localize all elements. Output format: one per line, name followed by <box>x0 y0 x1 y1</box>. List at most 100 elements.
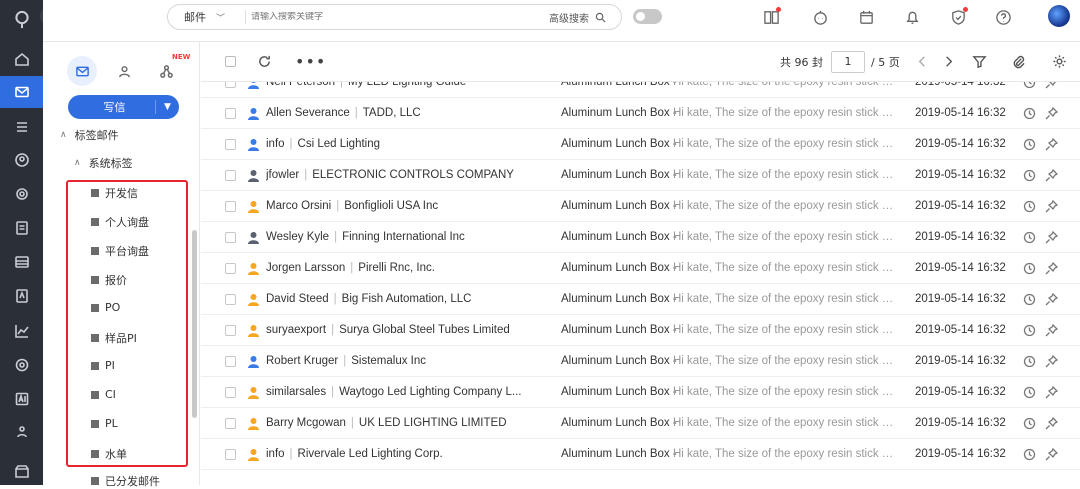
table-row[interactable]: Jorgen Larsson | Pirelli Rnc, Inc. Aluminum… <box>201 253 1080 284</box>
clock-icon[interactable] <box>1023 200 1036 213</box>
chevron-down-icon[interactable]: ▼ <box>155 100 179 114</box>
pin-icon[interactable] <box>1045 385 1058 399</box>
row-checkbox[interactable] <box>225 386 236 398</box>
tab-contacts[interactable] <box>109 56 139 86</box>
report-icon[interactable] <box>0 280 43 312</box>
row-checkbox[interactable] <box>225 169 236 181</box>
sender-company: My LED Lighting Guide <box>348 82 467 88</box>
table-row[interactable]: David Steed | Big Fish Automation, LLC Alum… <box>201 284 1080 315</box>
filter-icon[interactable] <box>972 54 987 69</box>
table-row[interactable]: jfowler | ELECTRONIC CONTROLS COMPANY Alumi… <box>201 160 1080 191</box>
person-icon <box>248 82 259 89</box>
clock-icon[interactable] <box>1023 417 1036 430</box>
robot-icon[interactable] <box>810 7 830 27</box>
table-row[interactable]: Barry Mcgowan | UK LED LIGHTING LIMITED Alu… <box>201 408 1080 439</box>
row-checkbox[interactable] <box>225 355 236 367</box>
toggle-switch[interactable] <box>633 9 662 24</box>
row-checkbox[interactable] <box>225 200 236 212</box>
prev-page-icon[interactable] <box>915 54 930 69</box>
table-row[interactable]: Allen Severance | TADD, LLC Aluminum Lunch … <box>201 98 1080 129</box>
bell-icon[interactable] <box>902 7 922 27</box>
store-icon[interactable] <box>0 455 43 487</box>
sidebar-scrollbar[interactable] <box>192 230 197 418</box>
user-alert-icon[interactable] <box>0 415 43 447</box>
next-page-icon[interactable] <box>941 54 956 69</box>
tab-mail[interactable] <box>67 56 97 86</box>
row-checkbox[interactable] <box>225 82 236 88</box>
document-icon[interactable] <box>0 212 43 244</box>
clock-icon[interactable] <box>1023 82 1036 89</box>
pin-icon[interactable] <box>1045 168 1058 182</box>
row-checkbox[interactable] <box>225 324 236 336</box>
pin-icon[interactable] <box>1045 354 1058 368</box>
search-scope-select[interactable]: 邮件 ﹀ <box>168 10 246 24</box>
clock-icon[interactable] <box>1023 107 1036 120</box>
attachment-icon[interactable] <box>1011 54 1026 69</box>
table-row[interactable]: similarsales | Waytogo Led Lighting Compan… <box>201 377 1080 408</box>
table-row[interactable]: Marco Orsini | Bonfiglioli USA Inc Aluminum… <box>201 191 1080 222</box>
pin-icon[interactable] <box>1045 106 1058 120</box>
clock-icon[interactable] <box>1023 324 1036 337</box>
table-icon[interactable] <box>0 246 43 278</box>
target-icon[interactable] <box>0 178 43 210</box>
row-checkbox[interactable] <box>225 107 236 119</box>
pin-icon[interactable] <box>1045 230 1058 244</box>
chart-icon[interactable] <box>0 315 43 347</box>
pin-icon[interactable] <box>1045 137 1058 151</box>
subject-text: Aluminum Lunch Box <box>561 448 670 460</box>
settings-icon[interactable] <box>0 349 43 381</box>
table-row[interactable]: suryaexport | Surya Global Steel Tubes Lim… <box>201 315 1080 346</box>
pin-icon[interactable] <box>1045 82 1058 89</box>
row-checkbox[interactable] <box>225 293 236 305</box>
clock-icon[interactable] <box>1023 169 1036 182</box>
row-checkbox[interactable] <box>225 231 236 243</box>
row-checkbox[interactable] <box>225 138 236 150</box>
tree-root[interactable]: ∧ 标签邮件 <box>60 127 119 143</box>
gear-icon[interactable] <box>1052 54 1067 69</box>
clock-icon[interactable] <box>1023 386 1036 399</box>
shield-icon[interactable] <box>948 7 968 27</box>
refresh-icon[interactable] <box>257 54 272 69</box>
pin-icon[interactable] <box>1045 323 1058 337</box>
pin-icon[interactable] <box>1045 416 1058 430</box>
contact-icon[interactable] <box>0 144 43 176</box>
search-input[interactable] <box>251 12 541 22</box>
list-icon[interactable] <box>0 111 43 143</box>
pin-icon[interactable] <box>1045 199 1058 213</box>
more-icon[interactable]: ••• <box>295 52 326 71</box>
sender-company: Surya Global Steel Tubes Limited <box>339 324 510 336</box>
row-checkbox[interactable] <box>225 262 236 274</box>
avatar[interactable] <box>1048 5 1070 27</box>
clock-icon[interactable] <box>1023 262 1036 275</box>
compose-button[interactable]: 写信 ▼ <box>68 95 179 119</box>
clock-icon[interactable] <box>1023 448 1036 461</box>
sender: similarsales | Waytogo Led Lighting Compan… <box>266 386 556 398</box>
sender-company: Finning International Inc <box>342 231 465 243</box>
table-row[interactable]: Neil Peterson | My LED Lighting Guide Alumi… <box>201 82 1080 98</box>
page-input[interactable]: 1 <box>831 51 865 73</box>
book-icon[interactable] <box>761 7 781 27</box>
clock-icon[interactable] <box>1023 355 1036 368</box>
table-row[interactable]: Wesley Kyle | Finning International Inc Alu… <box>201 222 1080 253</box>
tree-sub[interactable]: ∧ 系统标签 <box>74 155 133 171</box>
pin-icon[interactable] <box>1045 292 1058 306</box>
table-row[interactable]: Robert Kruger | Sistemalux Inc Aluminum Lun… <box>201 346 1080 377</box>
ai-icon[interactable] <box>0 383 43 415</box>
clock-icon[interactable] <box>1023 138 1036 151</box>
pin-icon[interactable] <box>1045 447 1058 461</box>
tag-square-icon <box>91 477 99 485</box>
help-icon[interactable] <box>993 7 1013 27</box>
tree-item-distributed[interactable]: 已分发邮件 <box>91 473 160 489</box>
select-all-checkbox[interactable] <box>225 56 236 67</box>
clock-icon[interactable] <box>1023 293 1036 306</box>
table-row[interactable]: info | Rivervale Led Lighting Corp. Aluminu… <box>201 439 1080 470</box>
calendar-icon[interactable] <box>856 7 876 27</box>
pin-icon[interactable] <box>1045 261 1058 275</box>
row-checkbox[interactable] <box>225 448 236 460</box>
home-icon[interactable] <box>0 43 43 75</box>
row-checkbox[interactable] <box>225 417 236 429</box>
clock-icon[interactable] <box>1023 231 1036 244</box>
mail-icon[interactable] <box>0 76 43 108</box>
advanced-search-button[interactable]: 高级搜索 <box>549 10 606 25</box>
table-row[interactable]: info | Csi Led Lighting Aluminum Lunch Box … <box>201 129 1080 160</box>
